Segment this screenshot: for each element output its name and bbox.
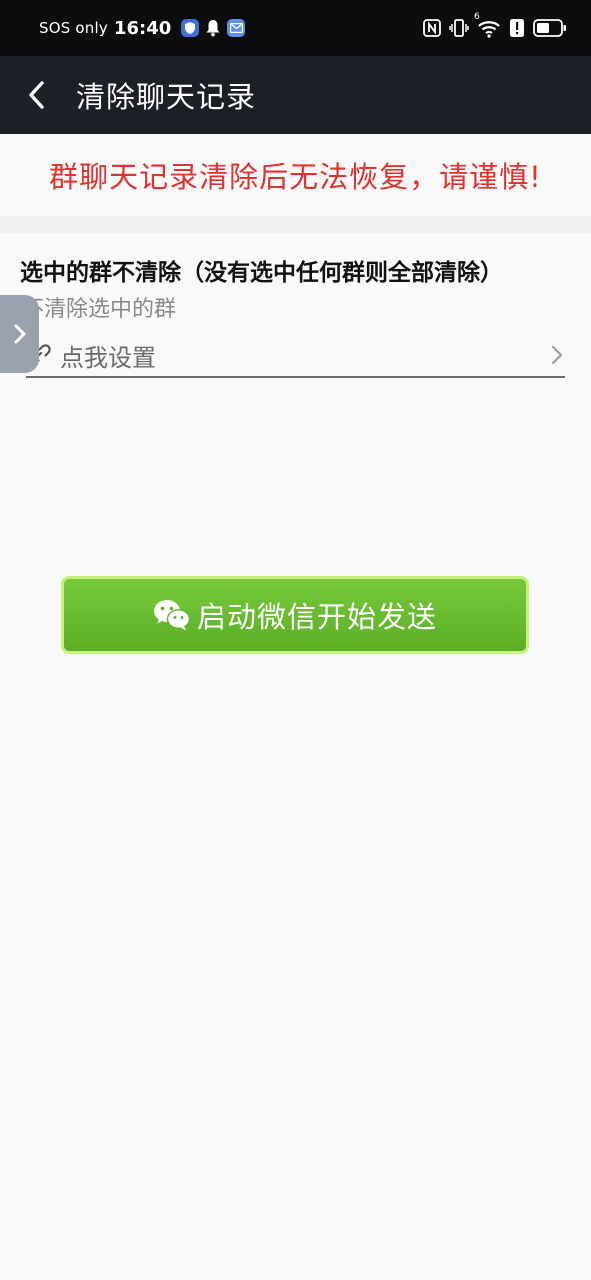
section-divider bbox=[0, 216, 591, 233]
setting-subtitle: 不清除选中的群 bbox=[22, 297, 177, 322]
wifi-icon: 6 bbox=[474, 12, 501, 38]
status-bar: SOS only 16:40 6 bbox=[0, 0, 591, 56]
set-link-label: 点我设置 bbox=[60, 343, 156, 372]
battery-icon bbox=[533, 19, 567, 37]
alert-icon bbox=[509, 18, 525, 38]
nfc-icon bbox=[423, 19, 441, 37]
setting-title: 选中的群不清除（没有选中任何群则全部清除） bbox=[20, 260, 503, 286]
start-wechat-button[interactable]: 启动微信开始发送 bbox=[61, 576, 529, 654]
shield-badge-icon bbox=[181, 19, 200, 37]
group-select-setting[interactable]: 点我设置 bbox=[26, 334, 565, 378]
wifi-badge: 6 bbox=[474, 12, 480, 22]
chevron-right-icon bbox=[551, 345, 563, 365]
clock: 16:40 bbox=[113, 17, 172, 39]
chevron-right-icon bbox=[13, 323, 27, 345]
wechat-icon bbox=[153, 598, 191, 632]
vibrate-icon bbox=[449, 18, 469, 38]
warning-text: 群聊天记录清除后无法恢复，请谨慎! bbox=[0, 134, 591, 216]
back-button[interactable] bbox=[0, 56, 76, 134]
carrier-text: SOS only bbox=[39, 19, 108, 37]
status-bar-left: SOS only 16:40 bbox=[39, 17, 246, 39]
status-bar-right: 6 bbox=[423, 12, 567, 38]
chevron-left-icon bbox=[28, 80, 46, 110]
screen: SOS only 16:40 6 清除聊天记录 群聊天记录清除后无法恢复，请谨慎… bbox=[0, 0, 591, 1280]
side-drawer-tab[interactable] bbox=[0, 295, 39, 373]
app-bar: 清除聊天记录 bbox=[0, 56, 591, 134]
page-title: 清除聊天记录 bbox=[76, 80, 257, 114]
bell-icon bbox=[205, 19, 221, 37]
start-button-label: 启动微信开始发送 bbox=[196, 600, 437, 634]
mail-badge-icon bbox=[227, 19, 246, 37]
